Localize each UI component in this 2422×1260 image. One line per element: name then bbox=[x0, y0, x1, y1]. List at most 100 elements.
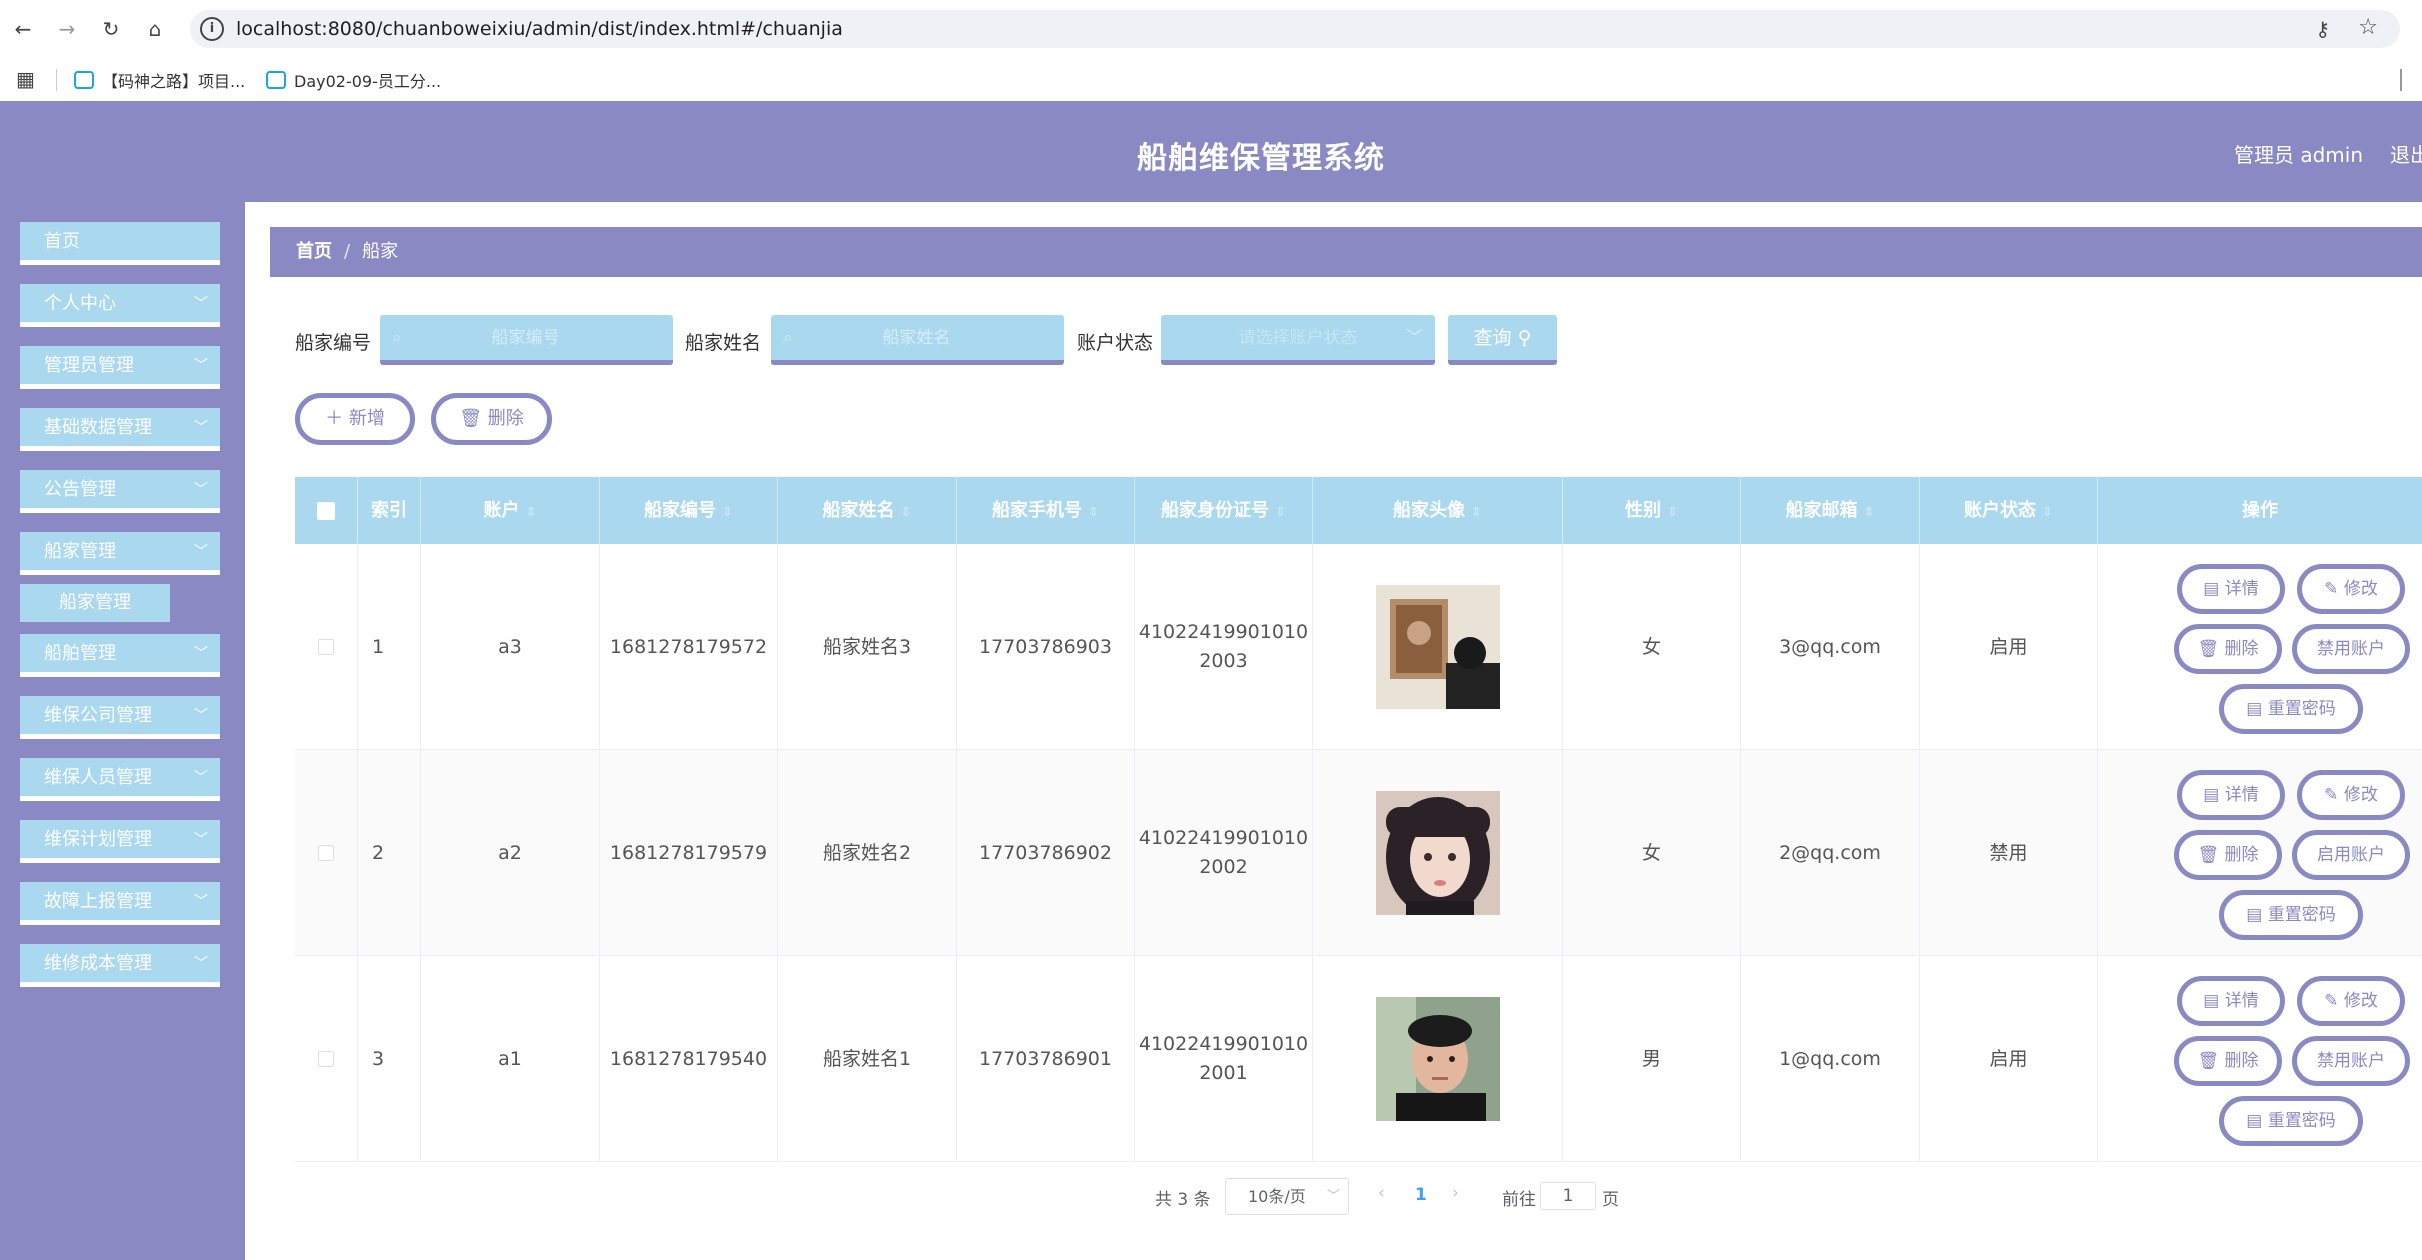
sort-icon[interactable]: ⇕ bbox=[1667, 505, 1678, 520]
row-checkbox[interactable] bbox=[318, 845, 334, 861]
edit-label: 修改 bbox=[2343, 991, 2378, 1011]
column-header-name[interactable]: 船家姓名 ⇕ bbox=[778, 477, 957, 544]
row-checkbox[interactable] bbox=[318, 1051, 334, 1067]
sidebar-item-admins[interactable]: 管理员管理 ﹀ bbox=[20, 346, 220, 389]
sort-icon[interactable]: ⇕ bbox=[901, 505, 912, 520]
sidebar-item-notices[interactable]: 公告管理 ﹀ bbox=[20, 470, 220, 513]
column-header-label: 账户 bbox=[483, 500, 520, 521]
toggle-account-button[interactable]: 禁用账户 bbox=[2292, 1036, 2410, 1086]
detail-label: 详情 bbox=[2224, 785, 2259, 805]
column-header-email[interactable]: 船家邮箱 ⇕ bbox=[1741, 477, 1920, 544]
bookmark-item[interactable]: 【码神之路】项目... bbox=[74, 68, 245, 92]
avatar-image[interactable] bbox=[1375, 997, 1500, 1121]
bookmark-item[interactable]: Day02-09-员工分... bbox=[266, 68, 441, 92]
column-header-status[interactable]: 账户状态 ⇕ bbox=[1920, 477, 2098, 544]
back-icon[interactable]: ← bbox=[8, 14, 38, 44]
add-button[interactable]: ＋ 新增 bbox=[295, 393, 415, 445]
home-icon[interactable]: ⌂ bbox=[140, 14, 170, 44]
trash-icon: 🗑 bbox=[2197, 845, 2220, 865]
cell-name: 船家姓名2 bbox=[778, 750, 957, 956]
address-bar[interactable]: i localhost:8080/chuanboweixiu/admin/dis… bbox=[190, 10, 2400, 48]
bookmarks-divider bbox=[2400, 69, 2402, 91]
column-header-account[interactable]: 账户 ⇕ bbox=[421, 477, 600, 544]
search-placeholder: 船家编号 bbox=[491, 328, 560, 348]
sidebar-item-label: 维修成本管理 bbox=[44, 953, 152, 974]
sidebar-item-ships[interactable]: 船舶管理 ﹀ bbox=[20, 634, 220, 677]
sidebar-item-plans[interactable]: 维保计划管理 ﹀ bbox=[20, 820, 220, 863]
apps-grid-icon[interactable]: ▦ bbox=[16, 67, 35, 91]
toggle-account-button[interactable]: 禁用账户 bbox=[2292, 624, 2410, 674]
sidebar-item-home[interactable]: 首页 bbox=[20, 222, 220, 265]
select-all-checkbox[interactable] bbox=[317, 501, 335, 520]
search-input-name[interactable]: ⌕ 船家姓名 bbox=[771, 315, 1064, 365]
sort-icon[interactable]: ⇕ bbox=[722, 505, 733, 520]
page-size-select[interactable]: 10条/页 ﹀ bbox=[1225, 1178, 1349, 1215]
delete-button[interactable]: 🗑 删除 bbox=[2174, 1036, 2282, 1086]
reset-password-button[interactable]: ▤ 重置密码 bbox=[2219, 890, 2363, 940]
logout-link[interactable]: 退出 bbox=[2390, 139, 2422, 168]
column-header-avatar[interactable]: 船家头像 ⇕ bbox=[1313, 477, 1563, 544]
batch-delete-button[interactable]: 🗑 删除 bbox=[431, 393, 552, 445]
detail-button[interactable]: ▤ 详情 bbox=[2177, 770, 2285, 820]
password-key-icon[interactable]: ⚷ bbox=[2315, 17, 2330, 41]
query-button[interactable]: 查询 ⚲ bbox=[1448, 315, 1557, 365]
reset-password-button[interactable]: ▤ 重置密码 bbox=[2219, 684, 2363, 734]
prev-page-icon[interactable]: ‹ bbox=[1378, 1183, 1385, 1203]
breadcrumb-separator: / bbox=[344, 241, 351, 262]
sidebar-item-shipowners[interactable]: 船家管理 ﹀ bbox=[20, 532, 220, 575]
sort-icon[interactable]: ⇕ bbox=[526, 505, 537, 520]
delete-label: 删除 bbox=[2224, 1051, 2259, 1071]
sort-icon[interactable]: ⇕ bbox=[1275, 505, 1286, 520]
page-number-current[interactable]: 1 bbox=[1415, 1185, 1427, 1205]
status-select[interactable]: 请选择账户状态 ﹀ bbox=[1161, 315, 1435, 365]
sidebar-item-profile[interactable]: 个人中心 ﹀ bbox=[20, 284, 220, 327]
sort-icon[interactable]: ⇕ bbox=[1088, 505, 1099, 520]
search-input-code[interactable]: ⌕ 船家编号 bbox=[380, 315, 673, 365]
detail-button[interactable]: ▤ 详情 bbox=[2177, 564, 2285, 614]
breadcrumb-home[interactable]: 首页 bbox=[296, 241, 332, 262]
edit-button[interactable]: ✎ 修改 bbox=[2297, 770, 2405, 820]
document-icon: ▤ bbox=[2246, 905, 2263, 925]
document-icon: ▤ bbox=[2203, 579, 2220, 599]
trash-icon: 🗑 bbox=[459, 408, 483, 429]
avatar-image[interactable] bbox=[1375, 585, 1500, 709]
sidebar-item-staff[interactable]: 维保人员管理 ﹀ bbox=[20, 758, 220, 801]
reload-icon[interactable]: ↻ bbox=[96, 14, 126, 44]
url-text[interactable]: localhost:8080/chuanboweixiu/admin/dist/… bbox=[236, 18, 843, 40]
row-checkbox[interactable] bbox=[318, 639, 334, 655]
delete-button[interactable]: 🗑 删除 bbox=[2174, 624, 2282, 674]
edit-label: 修改 bbox=[2343, 579, 2378, 599]
chevron-down-icon: ﹀ bbox=[194, 358, 208, 374]
app-title: 船舶维保管理系统 bbox=[1137, 141, 1385, 176]
reset-password-button[interactable]: ▤ 重置密码 bbox=[2219, 1096, 2363, 1146]
sidebar-item-label: 船家管理 bbox=[44, 541, 116, 562]
delete-button[interactable]: 🗑 删除 bbox=[2174, 830, 2282, 880]
goto-page-input[interactable]: 1 bbox=[1540, 1182, 1596, 1210]
next-page-icon[interactable]: › bbox=[1452, 1183, 1459, 1203]
sidebar-subitem-shipowners[interactable]: 船家管理 bbox=[20, 584, 170, 622]
edit-button[interactable]: ✎ 修改 bbox=[2297, 976, 2405, 1026]
sidebar-item-faults[interactable]: 故障上报管理 ﹀ bbox=[20, 882, 220, 925]
sort-icon[interactable]: ⇕ bbox=[2042, 505, 2053, 520]
toggle-account-button[interactable]: 启用账户 bbox=[2292, 830, 2410, 880]
sidebar-item-companies[interactable]: 维保公司管理 ﹀ bbox=[20, 696, 220, 739]
edit-button[interactable]: ✎ 修改 bbox=[2297, 564, 2405, 614]
site-info-icon[interactable]: i bbox=[200, 17, 224, 41]
column-header-phone[interactable]: 船家手机号 ⇕ bbox=[957, 477, 1135, 544]
sidebar-item-costs[interactable]: 维修成本管理 ﹀ bbox=[20, 944, 220, 987]
sort-icon[interactable]: ⇕ bbox=[1864, 505, 1875, 520]
bookmark-label: Day02-09-员工分... bbox=[294, 72, 442, 91]
cell-account: a3 bbox=[421, 544, 600, 750]
column-header-label: 操作 bbox=[2242, 500, 2278, 521]
cell-status: 启用 bbox=[1920, 544, 2098, 750]
plus-icon: ＋ bbox=[325, 408, 344, 429]
column-header-idcard[interactable]: 船家身份证号 ⇕ bbox=[1135, 477, 1313, 544]
sort-icon[interactable]: ⇕ bbox=[1471, 505, 1482, 520]
sidebar-item-basedata[interactable]: 基础数据管理 ﹀ bbox=[20, 408, 220, 451]
avatar-image[interactable] bbox=[1375, 791, 1500, 915]
bookmark-star-icon[interactable]: ☆ bbox=[2358, 15, 2378, 40]
forward-icon[interactable]: → bbox=[52, 14, 82, 44]
column-header-gender[interactable]: 性别 ⇕ bbox=[1563, 477, 1741, 544]
detail-button[interactable]: ▤ 详情 bbox=[2177, 976, 2285, 1026]
column-header-code[interactable]: 船家编号 ⇕ bbox=[600, 477, 778, 544]
